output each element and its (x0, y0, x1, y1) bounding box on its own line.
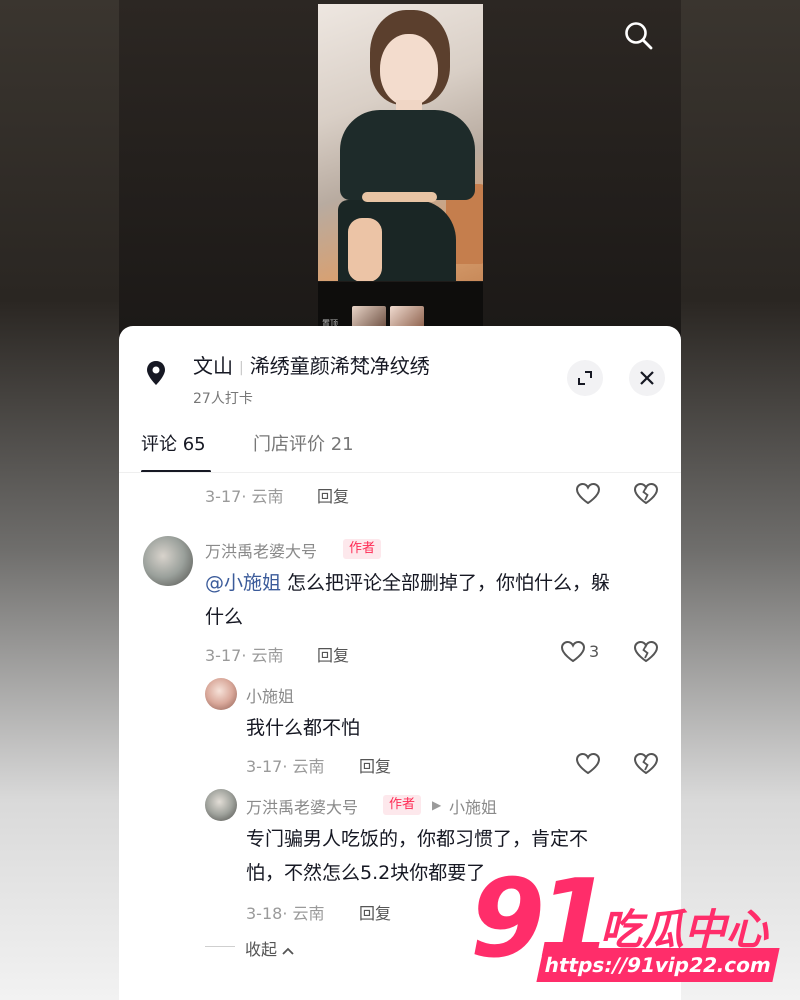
close-button[interactable] (629, 360, 665, 396)
phone-screen: 置顶 文山 | 浠绣童颜浠梵净纹绣 27人打卡 评论 65 门店评价 21 3-… (119, 0, 681, 1000)
divider (119, 472, 681, 473)
like-button[interactable] (574, 750, 602, 778)
location-city: 文山 (193, 354, 233, 378)
comment-username[interactable]: 万洪禹老婆大号 (246, 794, 358, 818)
comment-username[interactable]: 小施姐 (246, 683, 294, 707)
reply-button[interactable]: 回复 (359, 753, 391, 777)
comment-username[interactable]: 万洪禹老婆大号 (205, 538, 317, 562)
heart-icon (560, 640, 586, 663)
close-icon (640, 371, 654, 385)
author-badge: 作者 (383, 795, 422, 815)
divider (205, 946, 235, 947)
thumbnail-strip: 置顶 (318, 282, 483, 330)
heart-icon (575, 482, 601, 505)
avatar[interactable] (205, 678, 237, 710)
author-badge: 作者 (343, 539, 382, 559)
comment-text: @小施姐 怎么把评论全部删掉了，你怕什么，躲 什么 (205, 572, 611, 628)
search-button[interactable] (619, 16, 659, 56)
video-photo[interactable] (318, 4, 483, 281)
dislike-button[interactable] (632, 750, 660, 778)
chevron-up-icon (282, 947, 294, 955)
dislike-button[interactable] (632, 638, 660, 666)
checkin-count: 27人打卡 (193, 391, 253, 407)
collapse-replies-button[interactable]: 收起 (245, 936, 294, 960)
like-button[interactable] (559, 638, 587, 666)
tab-bar: 评论 65 门店评价 21 (141, 430, 661, 474)
mention-link[interactable]: @小施姐 (205, 572, 281, 594)
dislike-button[interactable] (632, 480, 660, 508)
broken-heart-icon (633, 752, 659, 775)
reply-button[interactable]: 回复 (317, 642, 349, 666)
broken-heart-icon (633, 482, 659, 505)
expand-icon (578, 371, 592, 385)
tab-comments[interactable]: 评论 65 (141, 430, 206, 456)
reply-to-username[interactable]: 小施姐 (449, 794, 497, 818)
comment-meta: 3-18· 云南 (246, 904, 325, 923)
heart-icon (575, 752, 601, 775)
location-shop: 浠绣童颜浠梵净纹绣 (249, 354, 430, 378)
location-pin-icon (147, 361, 165, 385)
reply-arrow-icon: ▶ (432, 798, 442, 812)
like-button[interactable] (574, 480, 602, 508)
reply-button[interactable]: 回复 (359, 900, 391, 924)
like-count: 3 (589, 642, 600, 661)
watermark-logo: 91 吃瓜中心 https://91vip22.com (470, 860, 790, 990)
expand-button[interactable] (567, 360, 603, 396)
video-preview[interactable]: 置顶 (119, 0, 681, 330)
search-icon (625, 22, 653, 50)
broken-heart-icon (633, 640, 659, 663)
avatar[interactable] (143, 536, 193, 586)
watermark-url: https://91vip22.com (536, 948, 780, 982)
comment-meta: 3-17· 云南 (205, 646, 284, 665)
comment-text: 我什么都不怕 (246, 717, 361, 739)
tab-reviews[interactable]: 门店评价 21 (253, 430, 354, 456)
location-title: 文山 | 浠绣童颜浠梵净纹绣 (193, 354, 430, 378)
comment-meta: 3-17· 云南 (205, 487, 284, 506)
avatar[interactable] (205, 789, 237, 821)
location-header[interactable]: 文山 | 浠绣童颜浠梵净纹绣 27人打卡 (141, 350, 665, 410)
reply-button[interactable]: 回复 (317, 483, 349, 507)
comment-meta: 3-17· 云南 (246, 757, 325, 776)
